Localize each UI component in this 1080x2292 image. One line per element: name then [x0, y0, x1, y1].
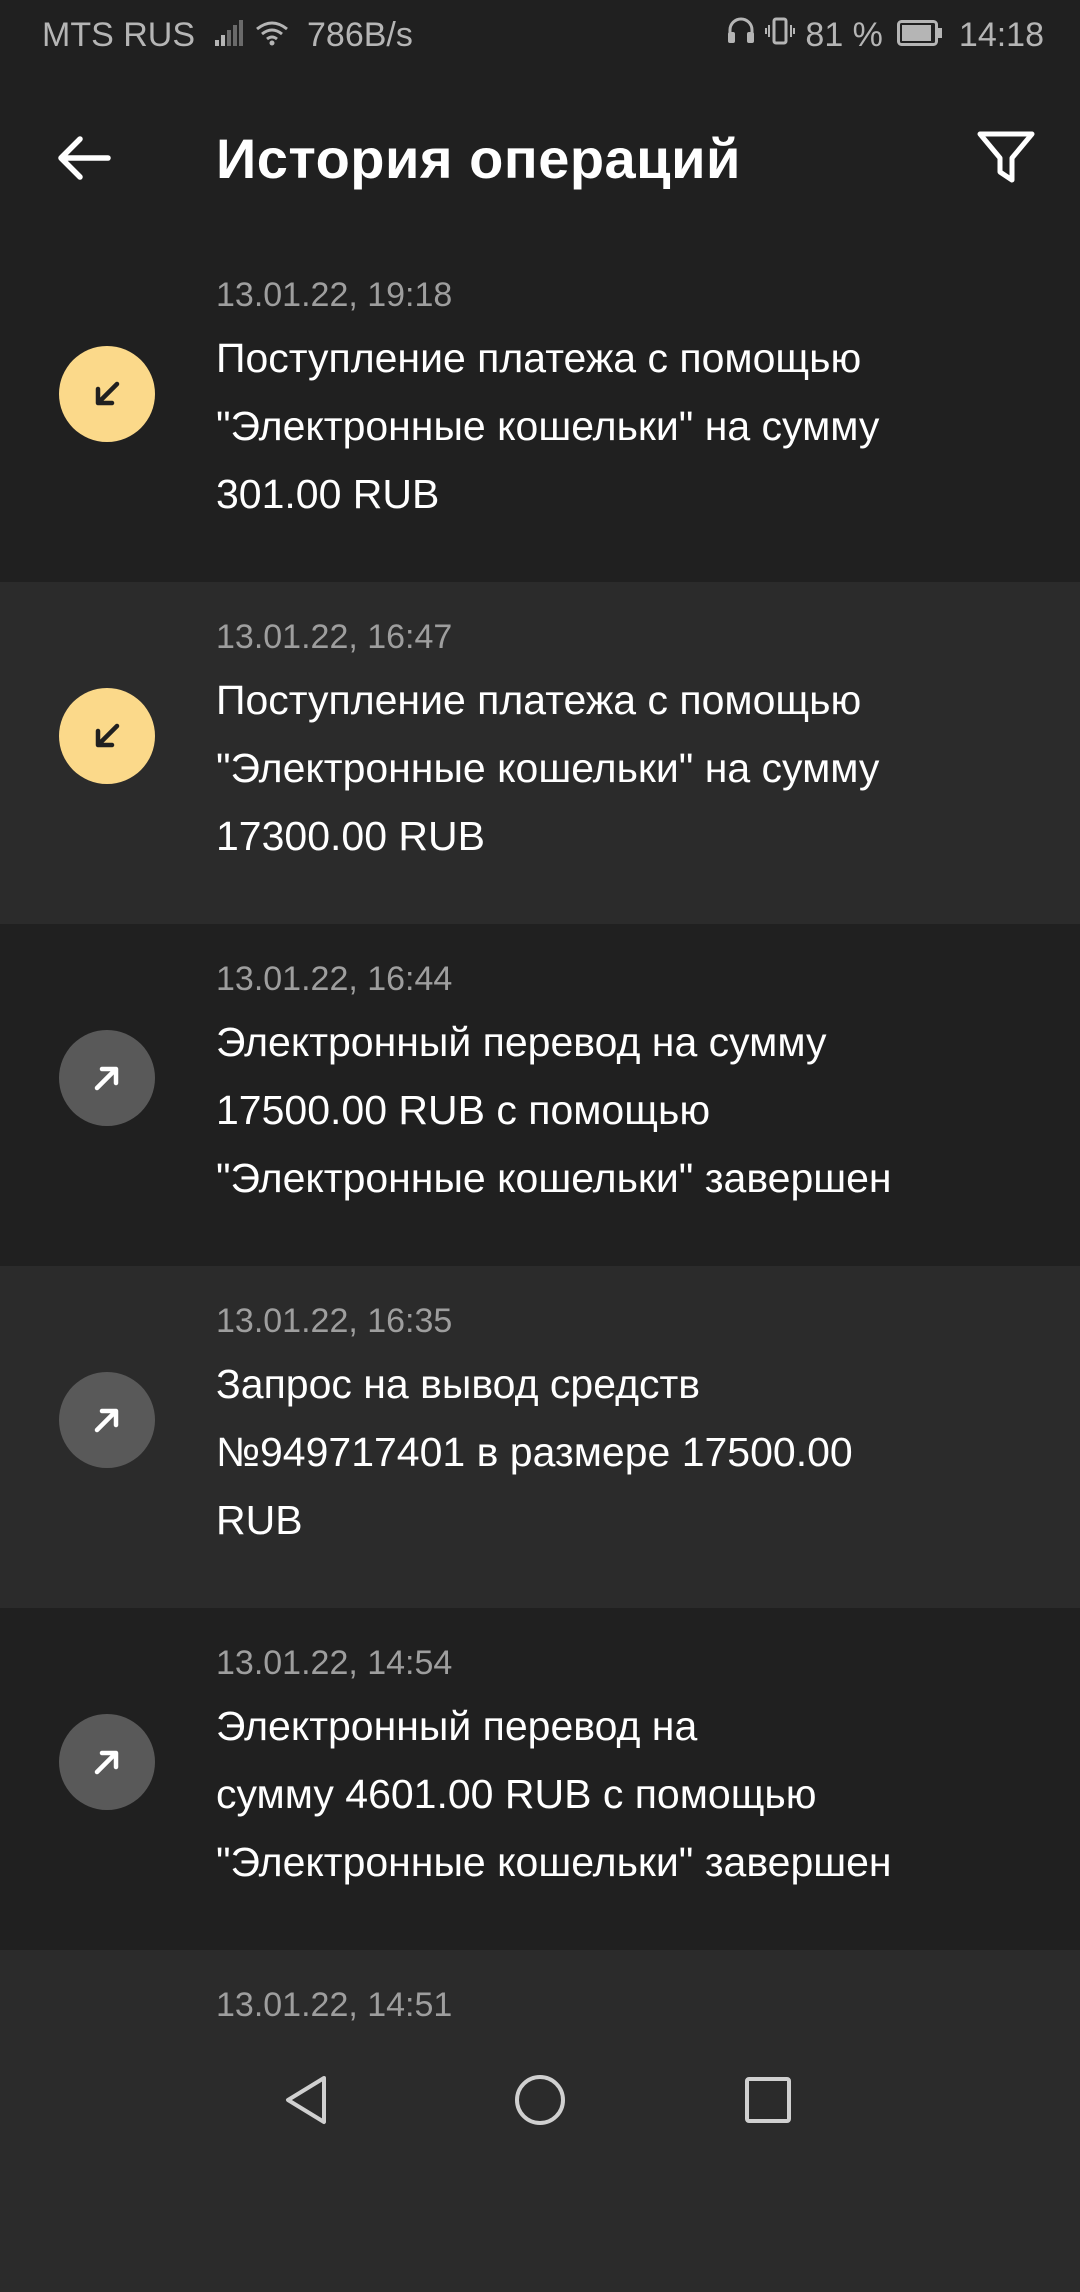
- app-bar: История операций: [0, 76, 1080, 240]
- outgoing-payment-icon: [59, 1714, 155, 1810]
- outgoing-payment-icon: [59, 1372, 155, 1468]
- operation-description: Электронный перевод на сумму 17500.00 RU…: [216, 1008, 1016, 1212]
- vibrate-icon: [765, 16, 796, 55]
- back-button[interactable]: [50, 124, 118, 192]
- arrow-up-right-icon: [94, 1408, 119, 1433]
- nav-home-icon: [515, 2075, 565, 2125]
- description-line: RUB: [216, 1497, 303, 1543]
- description-line: Поступление платежа с помощью: [216, 335, 862, 381]
- battery-percent: 81 %: [805, 16, 883, 54]
- operation-description: Поступление платежа с помощью "Электронн…: [216, 324, 1016, 528]
- arrow-down-left-icon: [95, 723, 120, 748]
- operation-timestamp: 13.01.22, 16:44: [216, 960, 453, 998]
- carrier-name: MTS RUS: [42, 16, 195, 54]
- operation-row[interactable]: 13.01.22, 16:44 Электронный перевод на с…: [0, 924, 1080, 1266]
- headphones-icon: [727, 16, 755, 55]
- arrow-down-left-icon: [95, 381, 120, 406]
- arrow-left-icon: [58, 136, 111, 180]
- operation-row[interactable]: 13.01.22, 16:47 Поступление платежа с по…: [0, 582, 1080, 924]
- description-line: "Электронные кошельки" завершен: [216, 1155, 892, 1201]
- description-line: 301.00 RUB: [216, 471, 440, 517]
- description-line: №949717401 в размере 17500.00: [216, 1429, 853, 1475]
- page-title: История операций: [216, 127, 741, 190]
- operation-row[interactable]: 13.01.22, 14:54 Электронный перевод на с…: [0, 1608, 1080, 1950]
- operation-description: Поступление платежа с помощью "Электронн…: [216, 666, 1016, 870]
- network-speed: 786B/s: [307, 16, 413, 54]
- description-line: Поступление платежа с помощью: [216, 677, 862, 723]
- description-line: Электронный перевод на: [216, 1703, 698, 1749]
- status-bar: MTS RUS 786B/s 81 % 14:18: [0, 0, 1080, 76]
- system-nav-bar: [0, 2040, 1080, 2160]
- filter-button[interactable]: [974, 126, 1038, 190]
- nav-back-icon: [286, 2076, 326, 2124]
- nav-recents-icon: [745, 2077, 791, 2123]
- operation-timestamp: 13.01.22, 16:35: [216, 1302, 453, 1340]
- incoming-payment-icon: [59, 346, 155, 442]
- arrow-up-right-icon: [94, 1066, 119, 1091]
- battery-icon: [896, 16, 943, 55]
- incoming-payment-icon: [59, 688, 155, 784]
- arrow-up-right-icon: [94, 1750, 119, 1775]
- status-bar-right: 81 % 14:18: [727, 16, 1044, 55]
- operation-description: Электронный перевод на сумму 4601.00 RUB…: [216, 1692, 1016, 1896]
- nav-back-button[interactable]: [276, 2068, 340, 2132]
- description-line: "Электронные кошельки" завершен: [216, 1839, 892, 1885]
- filter-icon: [977, 131, 1035, 183]
- wifi-icon: [255, 16, 289, 55]
- nav-recents-button[interactable]: [736, 2068, 800, 2132]
- operations-list: 13.01.22, 19:18 Поступление платежа с по…: [0, 240, 1080, 2292]
- description-line: сумму 4601.00 RUB с помощью: [216, 1771, 817, 1817]
- description-line: Электронный перевод на сумму: [216, 1019, 827, 1065]
- nav-home-button[interactable]: [508, 2068, 572, 2132]
- operation-row[interactable]: 13.01.22, 16:35 Запрос на вывод средств …: [0, 1266, 1080, 1608]
- description-line: 17500.00 RUB с помощью: [216, 1087, 711, 1133]
- operation-row[interactable]: 13.01.22, 19:18 Поступление платежа с по…: [0, 240, 1080, 582]
- description-line: 17300.00 RUB: [216, 813, 485, 859]
- description-line: "Электронные кошельки" на сумму: [216, 403, 880, 449]
- operation-timestamp: 13.01.22, 14:51: [216, 1986, 453, 2024]
- description-line: Запрос на вывод средств: [216, 1361, 701, 1407]
- status-bar-left: MTS RUS 786B/s: [42, 16, 413, 55]
- operation-timestamp: 13.01.22, 14:54: [216, 1644, 453, 1682]
- operation-timestamp: 13.01.22, 16:47: [216, 618, 453, 656]
- description-line: "Электронные кошельки" на сумму: [216, 745, 880, 791]
- operation-description: Запрос на вывод средств №949717401 в раз…: [216, 1350, 1016, 1554]
- outgoing-payment-icon: [59, 1030, 155, 1126]
- operation-timestamp: 13.01.22, 19:18: [216, 276, 453, 314]
- signal-icon: [215, 16, 243, 55]
- clock: 14:18: [958, 16, 1044, 54]
